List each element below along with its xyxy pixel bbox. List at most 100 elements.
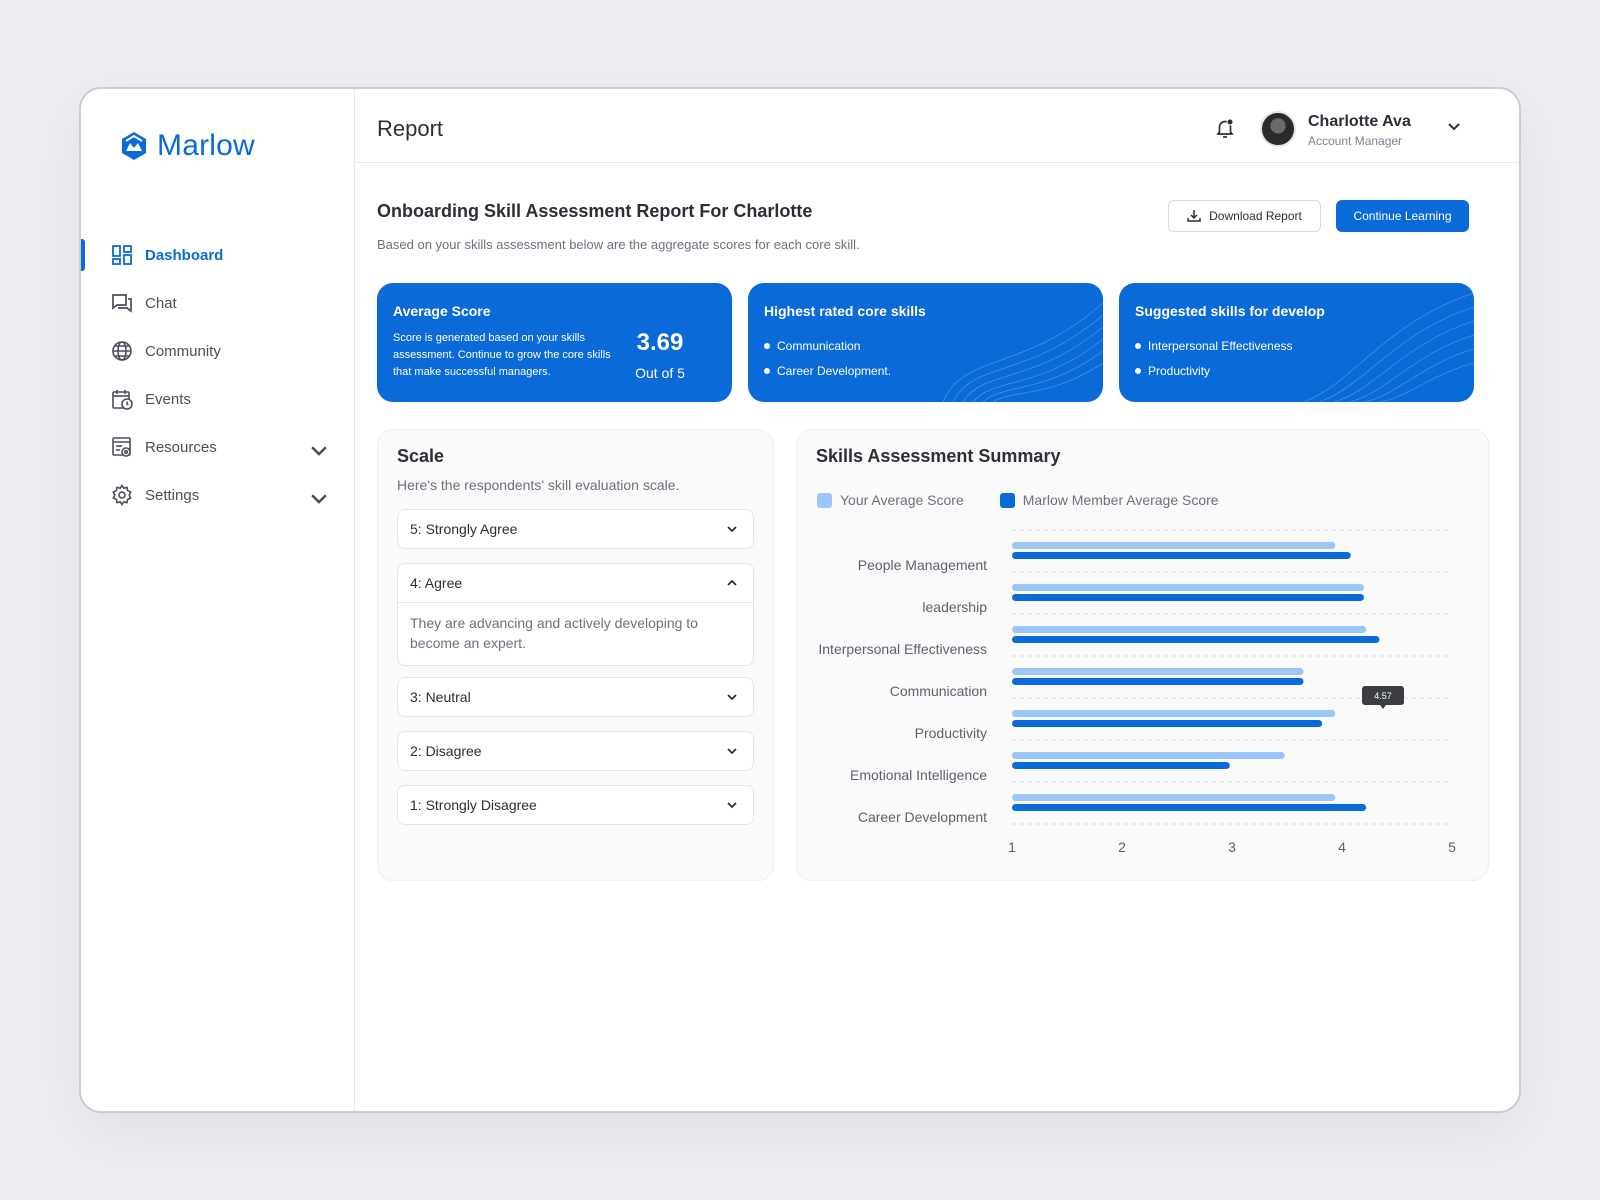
average-score-scale: Out of 5 bbox=[635, 365, 685, 381]
chevron-down-icon[interactable] bbox=[308, 487, 330, 509]
sidebar-item-label: Events bbox=[145, 390, 191, 408]
sidebar-item-community[interactable]: Community bbox=[81, 327, 354, 375]
accordion-header[interactable]: 5: Strongly Agree bbox=[398, 510, 753, 548]
bar bbox=[1012, 710, 1336, 717]
suggested-skills-list: Interpersonal Effectiveness Productivity bbox=[1135, 333, 1293, 383]
category-label: Career Development bbox=[858, 809, 987, 825]
bar bbox=[1012, 584, 1364, 591]
sidebar: Marlow Dashboard Chat Community Events R… bbox=[81, 89, 355, 1111]
sidebar-item-dashboard[interactable]: Dashboard bbox=[81, 231, 354, 279]
scale-accordion-item[interactable]: 1: Strongly Disagree bbox=[397, 785, 754, 825]
bar bbox=[1012, 752, 1285, 759]
accordion-header[interactable]: 2: Disagree bbox=[398, 732, 753, 770]
scale-accordion-item[interactable]: 4: Agree They are advancing and actively… bbox=[397, 563, 754, 666]
card-title: Highest rated core skills bbox=[764, 303, 926, 319]
accordion-header[interactable]: 4: Agree bbox=[398, 564, 753, 602]
sidebar-item-chat[interactable]: Chat bbox=[81, 279, 354, 327]
accordion-header[interactable]: 3: Neutral bbox=[398, 678, 753, 716]
main-content: Report Charlotte Ava Account Manager Onb… bbox=[355, 89, 1519, 1111]
avatar[interactable] bbox=[1260, 111, 1296, 147]
bar bbox=[1012, 552, 1351, 559]
chevron-down-icon[interactable] bbox=[1445, 117, 1463, 135]
wave-pattern-icon bbox=[1303, 292, 1474, 402]
chevron-up-icon[interactable] bbox=[725, 576, 739, 590]
scale-accordion-item[interactable]: 2: Disagree bbox=[397, 731, 754, 771]
tooltip-pointer bbox=[1380, 705, 1386, 709]
accordion-header[interactable]: 1: Strongly Disagree bbox=[398, 786, 753, 824]
page-title: Report bbox=[377, 116, 444, 141]
legend-item: Your Average Score bbox=[817, 492, 964, 508]
download-icon bbox=[1187, 210, 1201, 222]
legend-label: Your Average Score bbox=[840, 492, 964, 508]
sidebar-item-label: Settings bbox=[145, 486, 200, 504]
category-label: Communication bbox=[890, 683, 987, 699]
legend-swatch bbox=[817, 492, 832, 508]
suggested-skills-card: Suggested skills for develop Interperson… bbox=[1119, 283, 1474, 402]
category-label: Productivity bbox=[915, 725, 987, 741]
chart-legend: Your Average Score Marlow Member Average… bbox=[817, 492, 1219, 508]
x-tick-label: 1 bbox=[1008, 839, 1016, 855]
sidebar-item-label: Chat bbox=[145, 294, 177, 312]
skills-summary-panel: Skills Assessment Summary Your Average S… bbox=[796, 429, 1489, 881]
average-score-value: 3.69 bbox=[636, 329, 684, 356]
globe-icon bbox=[112, 341, 132, 361]
bar bbox=[1012, 762, 1230, 769]
summary-title: Skills Assessment Summary bbox=[816, 446, 1061, 466]
calendar-icon bbox=[112, 390, 133, 410]
legend-swatch bbox=[999, 492, 1015, 508]
wave-pattern-icon bbox=[942, 302, 1103, 402]
scale-accordion-item[interactable]: 5: Strongly Agree bbox=[397, 509, 754, 549]
download-report-button[interactable]: Download Report bbox=[1168, 200, 1321, 232]
logo[interactable]: Marlow bbox=[119, 129, 255, 163]
sidebar-item-resources[interactable]: Resources bbox=[81, 423, 354, 471]
app-window: Marlow Dashboard Chat Community Events R… bbox=[79, 87, 1521, 1113]
bar bbox=[1012, 636, 1380, 643]
average-score-card: Average Score Score is generated based o… bbox=[377, 283, 732, 402]
list-item: Career Development. bbox=[764, 358, 891, 383]
category-label: leadership bbox=[922, 599, 987, 615]
chevron-down-icon[interactable] bbox=[725, 522, 739, 536]
bar bbox=[1012, 594, 1364, 601]
list-item: Productivity bbox=[1135, 358, 1293, 383]
sidebar-item-label: Dashboard bbox=[145, 246, 224, 264]
continue-learning-button[interactable]: Continue Learning bbox=[1336, 200, 1469, 232]
sidebar-item-settings[interactable]: Settings bbox=[81, 471, 354, 519]
notification-bell-icon[interactable] bbox=[1213, 117, 1237, 141]
chevron-down-icon[interactable] bbox=[308, 439, 330, 461]
dashboard-icon bbox=[112, 245, 132, 265]
scale-panel: Scale Here's the respondents' skill eval… bbox=[377, 429, 774, 881]
accordion-body: They are advancing and actively developi… bbox=[398, 602, 753, 665]
topbar: Report Charlotte Ava Account Manager bbox=[355, 89, 1519, 163]
marlow-logo-icon bbox=[122, 132, 146, 160]
card-description: Score is generated based on your skills … bbox=[393, 332, 611, 378]
chevron-down-icon[interactable] bbox=[725, 798, 739, 812]
highest-skills-list: Communication Career Development. bbox=[764, 333, 891, 383]
sidebar-item-events[interactable]: Events bbox=[81, 375, 354, 423]
list-item: Communication bbox=[764, 333, 891, 358]
category-label: People Management bbox=[858, 557, 987, 573]
gear-icon bbox=[112, 484, 132, 506]
bar bbox=[1012, 720, 1323, 727]
report-subtitle: Based on your skills assessment below ar… bbox=[377, 237, 860, 252]
accordion-label: 3: Neutral bbox=[410, 689, 471, 705]
chevron-down-icon[interactable] bbox=[725, 690, 739, 704]
chevron-down-icon[interactable] bbox=[725, 744, 739, 758]
bar bbox=[1012, 804, 1367, 811]
bar bbox=[1012, 794, 1336, 801]
accordion-label: 2: Disagree bbox=[410, 743, 482, 759]
bar bbox=[1012, 668, 1304, 675]
sidebar-item-label: Community bbox=[145, 342, 221, 360]
highest-rated-card: Highest rated core skills Communication … bbox=[748, 283, 1103, 402]
scale-title: Scale bbox=[397, 446, 445, 466]
report-title: Onboarding Skill Assessment Report For C… bbox=[377, 201, 813, 221]
card-title: Suggested skills for develop bbox=[1135, 303, 1325, 319]
legend-label: Marlow Member Average Score bbox=[1022, 492, 1219, 508]
accordion-label: 4: Agree bbox=[410, 575, 463, 591]
bar bbox=[1012, 626, 1367, 633]
scale-accordion-item[interactable]: 3: Neutral bbox=[397, 677, 754, 717]
category-label: Emotional Intelligence bbox=[850, 767, 987, 783]
skills-bar-chart: People Management leadership Interpersonal… bbox=[818, 529, 1456, 855]
sidebar-item-label: Resources bbox=[145, 438, 217, 456]
x-tick-label: 5 bbox=[1448, 839, 1456, 855]
category-label: Interpersonal Effectiveness bbox=[818, 641, 987, 657]
